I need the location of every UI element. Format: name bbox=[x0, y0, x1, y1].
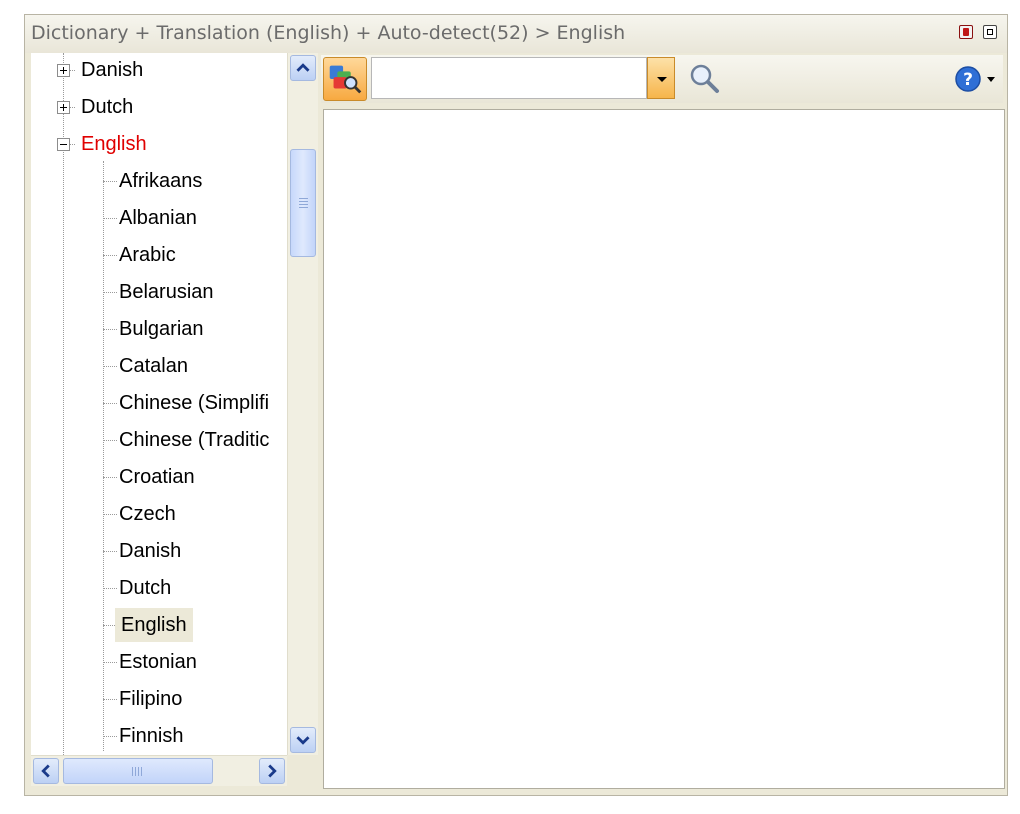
tree-child-item[interactable]: Danish bbox=[119, 534, 181, 568]
tree-node-english[interactable]: English bbox=[81, 127, 147, 161]
tree-child-item[interactable]: Afrikaans bbox=[119, 164, 202, 198]
collapse-english-icon[interactable] bbox=[57, 138, 70, 151]
tree-line bbox=[63, 53, 64, 755]
tree-line bbox=[103, 477, 117, 478]
search-input[interactable] bbox=[372, 58, 646, 98]
window-title: Dictionary + Translation (English) + Aut… bbox=[31, 22, 626, 44]
tree-line bbox=[103, 181, 117, 182]
tree-line bbox=[103, 440, 117, 441]
tree-child-item[interactable]: Chinese (Simplifi bbox=[119, 386, 269, 420]
expand-dutch-icon[interactable] bbox=[57, 101, 70, 114]
tree-line bbox=[103, 255, 117, 256]
search-box[interactable] bbox=[371, 57, 647, 99]
tree-line bbox=[103, 736, 117, 737]
scroll-thumb[interactable] bbox=[290, 149, 316, 257]
tree-child-item[interactable]: Albanian bbox=[119, 201, 197, 235]
language-tree: Danish Dutch English Afrikaans Albanian … bbox=[31, 53, 287, 755]
tree-line bbox=[103, 588, 117, 589]
scroll-up-button[interactable] bbox=[290, 55, 316, 81]
tree-line bbox=[103, 551, 117, 552]
grip-line bbox=[299, 207, 308, 208]
tree-child-item[interactable]: Croatian bbox=[119, 460, 195, 494]
tree-child-item[interactable]: Czech bbox=[119, 497, 176, 531]
grip-line bbox=[299, 201, 308, 202]
maximize-icon[interactable] bbox=[983, 25, 997, 39]
chevron-down-icon bbox=[296, 736, 310, 745]
grip-line bbox=[135, 767, 136, 776]
grip-line bbox=[132, 767, 133, 776]
tree-child-item[interactable]: Catalan bbox=[119, 349, 188, 383]
tree-child-item[interactable]: Belarusian bbox=[119, 275, 214, 309]
tree-line bbox=[103, 514, 117, 515]
tree-child-item[interactable]: Chinese (Traditic bbox=[119, 423, 269, 457]
tree-node-danish[interactable]: Danish bbox=[81, 53, 143, 87]
tree-child-item[interactable]: Dutch bbox=[119, 571, 171, 605]
title-bar: Dictionary + Translation (English) + Aut… bbox=[25, 15, 1007, 53]
chevron-up-icon bbox=[296, 63, 310, 72]
grip-line bbox=[299, 204, 308, 205]
dictionary-window: Dictionary + Translation (English) + Aut… bbox=[24, 14, 1008, 796]
scroll-right-button[interactable] bbox=[259, 758, 285, 784]
help-icon[interactable]: ? bbox=[953, 63, 999, 95]
scroll-left-button[interactable] bbox=[33, 758, 59, 784]
translate-source-icon bbox=[329, 65, 362, 94]
grip-line bbox=[299, 198, 308, 199]
tree-child-item[interactable]: Finnish bbox=[119, 719, 183, 753]
scroll-down-button[interactable] bbox=[290, 727, 316, 753]
tree-child-item-selected[interactable]: English bbox=[115, 608, 193, 642]
tree-line bbox=[103, 292, 117, 293]
tree-line bbox=[103, 366, 117, 367]
chevron-left-icon bbox=[41, 764, 50, 778]
grip-line bbox=[138, 767, 139, 776]
pin-icon[interactable] bbox=[959, 25, 973, 39]
tree-node-dutch[interactable]: Dutch bbox=[81, 90, 133, 124]
tree-line bbox=[103, 329, 117, 330]
result-content-area[interactable] bbox=[323, 109, 1005, 789]
search-toolbar: ? bbox=[321, 55, 1003, 103]
tree-child-item[interactable]: Arabic bbox=[119, 238, 176, 272]
tree-child-item[interactable]: Estonian bbox=[119, 645, 197, 679]
tree-line bbox=[103, 662, 117, 663]
translate-source-button[interactable] bbox=[323, 57, 367, 101]
tree-vertical-scrollbar[interactable] bbox=[287, 53, 318, 755]
expand-danish-icon[interactable] bbox=[57, 64, 70, 77]
tree-line bbox=[103, 403, 117, 404]
tree-child-item[interactable]: Bulgarian bbox=[119, 312, 204, 346]
chevron-right-icon bbox=[268, 764, 277, 778]
search-dropdown-button[interactable] bbox=[647, 57, 675, 99]
tree-child-item[interactable]: Filipino bbox=[119, 682, 182, 716]
tree-line bbox=[103, 699, 117, 700]
tree-horizontal-scrollbar[interactable] bbox=[31, 755, 287, 786]
svg-text:?: ? bbox=[963, 70, 973, 90]
grip-line bbox=[141, 767, 142, 776]
magnifier-icon[interactable] bbox=[687, 61, 721, 95]
horizontal-scroll-thumb[interactable] bbox=[63, 758, 213, 784]
tree-line bbox=[103, 218, 117, 219]
